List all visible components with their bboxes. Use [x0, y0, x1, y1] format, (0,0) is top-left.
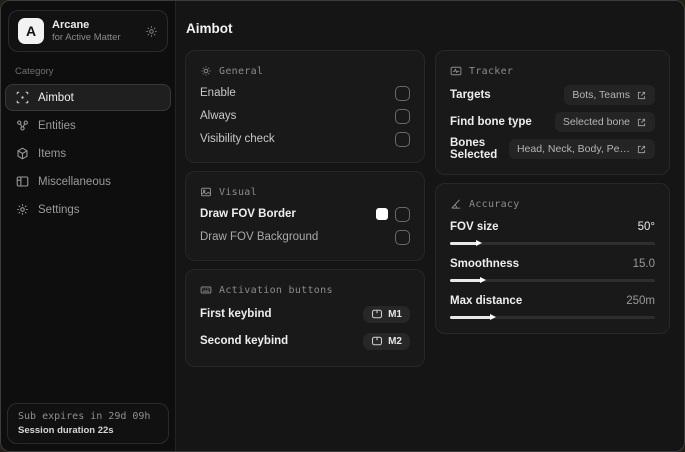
smoothness-slider[interactable] — [450, 277, 655, 283]
setting-row-visibility-check: Visibility check — [200, 128, 410, 150]
slider-label: Smoothness — [450, 258, 520, 270]
draw-fov-border-checkbox[interactable] — [395, 206, 410, 222]
activation-card-header: Activation buttons — [200, 278, 410, 301]
accuracy-card: Accuracy FOV size 50° Smoothness 15.0 Ma… — [435, 183, 670, 334]
sidebar: A Arcane for Active Matter Category Aimb… — [1, 1, 176, 451]
visual-icon — [200, 186, 212, 198]
slider-value: 15.0 — [632, 258, 655, 270]
tracker-card: Tracker Targets Bots, Teams Find bone ty… — [435, 50, 670, 175]
targets-select[interactable]: Bots, Teams — [564, 85, 655, 105]
tracker-row-bones-selected: Bones Selected Head, Neck, Body, Pe… — [450, 136, 655, 162]
tracker-label: Bones Selected — [450, 137, 498, 161]
max-distance-slider-block: Max distance 250m — [450, 291, 655, 320]
gear-icon — [16, 203, 29, 216]
setting-label: Draw FOV Border — [200, 208, 296, 220]
find-bone-type-select[interactable]: Selected bone — [554, 112, 655, 132]
layout-icon — [16, 175, 29, 188]
visibility-check-checkbox[interactable] — [395, 131, 410, 147]
second-keybind-button[interactable]: M2 — [363, 332, 410, 350]
sidebar-item-label: Settings — [38, 203, 80, 216]
tracker-card-header: Tracker — [450, 59, 655, 82]
setting-row-draw-fov-background: Draw FOV Background — [200, 226, 410, 248]
settings-gear-icon[interactable] — [145, 25, 158, 38]
setting-row-draw-fov-border: Draw FOV Border — [200, 203, 410, 225]
left-column: General Enable Always Visibility check V… — [185, 50, 425, 375]
visual-card: Visual Draw FOV Border Draw FOV Backgrou… — [185, 171, 425, 261]
slider-value: 250m — [626, 295, 655, 307]
smoothness-slider-block: Smoothness 15.0 — [450, 254, 655, 283]
tracker-label: Find bone type — [450, 116, 532, 128]
crosshair-icon — [16, 91, 29, 104]
mouse-icon — [371, 309, 383, 319]
app-name: Arcane — [52, 19, 90, 31]
subscription-card: Sub expires in 29d 09h Session duration … — [7, 403, 169, 444]
sidebar-nav: Aimbot Entities Items Miscellaneous Sett… — [1, 84, 175, 223]
keybind-label: Second keybind — [200, 335, 289, 347]
setting-row-enable: Enable — [200, 82, 410, 104]
brand-info: Arcane for Active Matter — [52, 19, 121, 43]
slider-thumb[interactable] — [475, 240, 482, 246]
sub-expires-text: Sub expires in 29d 09h — [18, 411, 151, 422]
setting-label: Enable — [200, 87, 236, 99]
sidebar-item-label: Items — [38, 147, 67, 160]
app-window: A Arcane for Active Matter Category Aimb… — [0, 0, 685, 452]
accuracy-card-header: Accuracy — [450, 192, 655, 215]
slider-label: FOV size — [450, 221, 499, 233]
setting-label: Visibility check — [200, 133, 275, 145]
fov-border-color-swatch[interactable] — [376, 208, 388, 220]
sidebar-item-items[interactable]: Items — [5, 140, 171, 167]
slider-thumb[interactable] — [479, 277, 486, 283]
tracker-icon — [450, 65, 462, 77]
slider-label: Max distance — [450, 295, 523, 307]
always-checkbox[interactable] — [395, 108, 410, 124]
sidebar-item-settings[interactable]: Settings — [5, 196, 171, 223]
general-icon — [200, 65, 212, 77]
app-subtitle: for Active Matter — [52, 32, 121, 43]
activation-card: Activation buttons First keybind M1 Seco… — [185, 269, 425, 367]
tracker-row-find-bone-type: Find bone type Selected bone — [450, 109, 655, 135]
setting-row-always: Always — [200, 105, 410, 127]
sidebar-item-entities[interactable]: Entities — [5, 112, 171, 139]
general-card-header: General — [200, 59, 410, 82]
general-card: General Enable Always Visibility check — [185, 50, 425, 163]
screen: A Arcane for Active Matter Category Aimb… — [0, 0, 685, 452]
fov-size-slider[interactable] — [450, 240, 655, 246]
sidebar-item-label: Entities — [38, 119, 76, 132]
sidebar-item-label: Miscellaneous — [38, 175, 111, 188]
entities-icon — [16, 119, 29, 132]
tracker-row-targets: Targets Bots, Teams — [450, 82, 655, 108]
select-expand-icon — [636, 117, 647, 128]
sidebar-item-miscellaneous[interactable]: Miscellaneous — [5, 168, 171, 195]
tracker-label: Targets — [450, 89, 491, 101]
session-duration-text: Session duration 22s — [18, 425, 114, 436]
enable-checkbox[interactable] — [395, 85, 410, 101]
slider-value: 50° — [637, 221, 655, 233]
page-title: Aimbot — [186, 21, 233, 36]
draw-fov-background-checkbox[interactable] — [395, 229, 410, 245]
angle-icon — [450, 198, 462, 210]
cube-icon — [16, 147, 29, 160]
right-column: Tracker Targets Bots, Teams Find bone ty… — [435, 50, 670, 342]
max-distance-slider[interactable] — [450, 314, 655, 320]
brand-card: A Arcane for Active Matter — [8, 10, 168, 52]
mouse-icon — [371, 336, 383, 346]
sidebar-item-aimbot[interactable]: Aimbot — [5, 84, 171, 111]
select-expand-icon — [636, 90, 647, 101]
keybind-row-first: First keybind M1 — [200, 301, 410, 327]
setting-label: Always — [200, 110, 237, 122]
visual-card-header: Visual — [200, 180, 410, 203]
category-label: Category — [15, 66, 54, 77]
keybind-label: First keybind — [200, 308, 272, 320]
slider-thumb[interactable] — [490, 314, 496, 320]
setting-label: Draw FOV Background — [200, 231, 319, 243]
main-panel: Aimbot General Enable Always Visibility … — [176, 1, 684, 451]
sidebar-item-label: Aimbot — [38, 91, 74, 104]
keyboard-icon — [200, 284, 212, 296]
select-expand-icon — [636, 144, 647, 155]
bones-selected-select[interactable]: Head, Neck, Body, Pe… — [508, 139, 655, 159]
app-logo: A — [18, 18, 44, 44]
fov-size-slider-block: FOV size 50° — [450, 217, 655, 246]
first-keybind-button[interactable]: M1 — [363, 305, 410, 323]
keybind-row-second: Second keybind M2 — [200, 328, 410, 354]
